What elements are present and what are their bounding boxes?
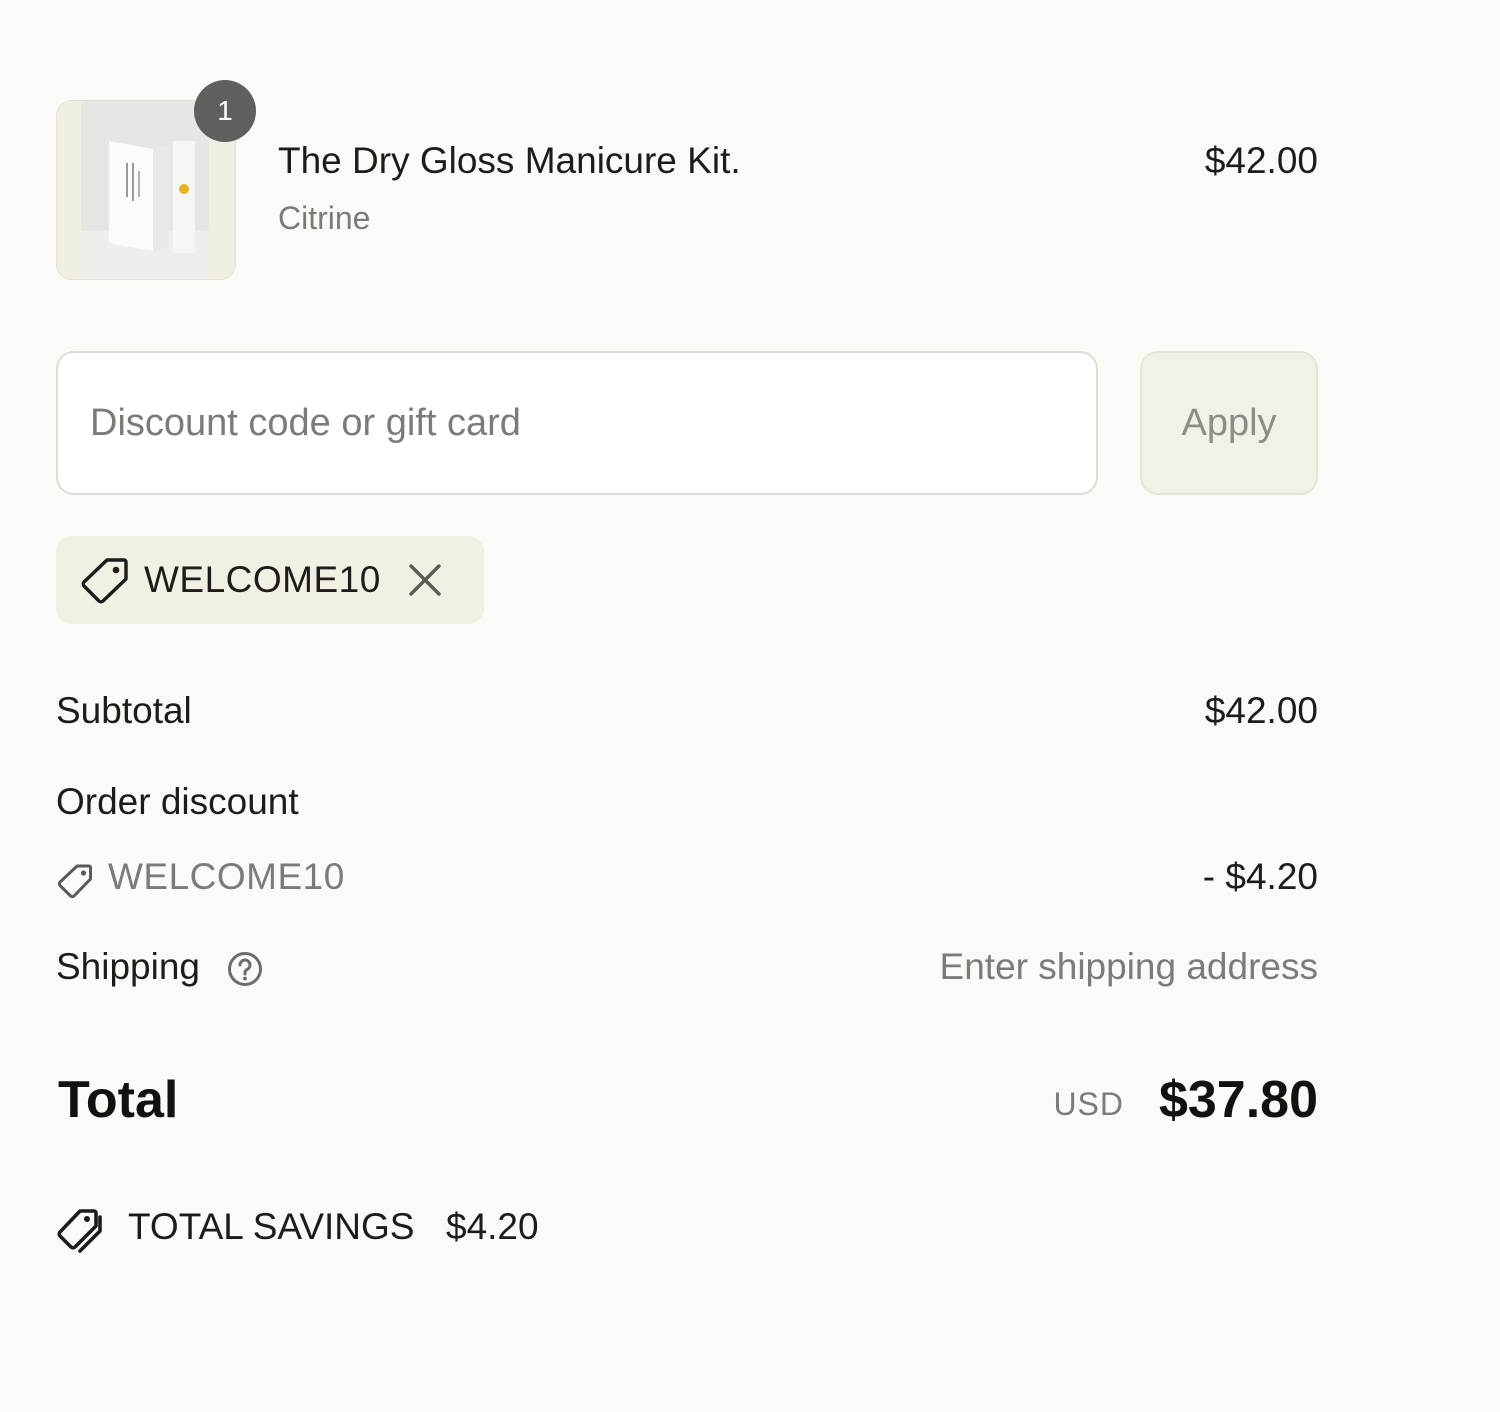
total-savings-value: $4.20 [446,1206,539,1247]
total-savings-label: TOTAL SAVINGS [128,1206,415,1247]
tag-icon [57,864,92,899]
product-price: $42.00 [1204,140,1318,181]
shipping-row: Shipping Enter shipping address [56,946,1318,988]
subtotal-label: Subtotal [56,690,192,731]
subtotal-row: Subtotal $42.00 [56,690,1318,732]
question-circle-icon[interactable] [226,950,264,988]
product-title: The Dry Gloss Manicure Kit. [278,140,741,181]
double-tag-icon [57,1209,102,1253]
discount-code-input[interactable] [56,351,1098,495]
order-line-item: 1 The Dry Gloss Manicure Kit. Citrine $4… [56,80,1318,282]
remove-discount-button[interactable] [405,560,445,600]
total-row: Total USD $37.80 [56,1070,1318,1134]
applied-discount-code: WELCOME10 [144,559,381,600]
total-value: $37.80 [1158,1071,1318,1129]
product-variant: Citrine [278,200,371,236]
apply-discount-button[interactable]: Apply [1140,351,1318,495]
shipping-label: Shipping [56,946,201,987]
close-icon [409,564,441,596]
applied-discount-chip: WELCOME10 [56,536,484,624]
total-label: Total [58,1071,179,1129]
discount-value: - $4.20 [1202,856,1318,897]
currency-code: USD [1053,1086,1124,1122]
subtotal-value: $42.00 [1204,690,1318,731]
product-thumbnail-wrapper: 1 [56,80,256,280]
order-discount-label: Order discount [56,781,299,822]
quantity-badge: 1 [194,80,256,142]
shipping-value: Enter shipping address [939,946,1318,987]
order-discount-row: Order discount [56,781,1318,823]
tag-icon [81,558,128,604]
discount-code-name: WELCOME10 [108,856,345,897]
